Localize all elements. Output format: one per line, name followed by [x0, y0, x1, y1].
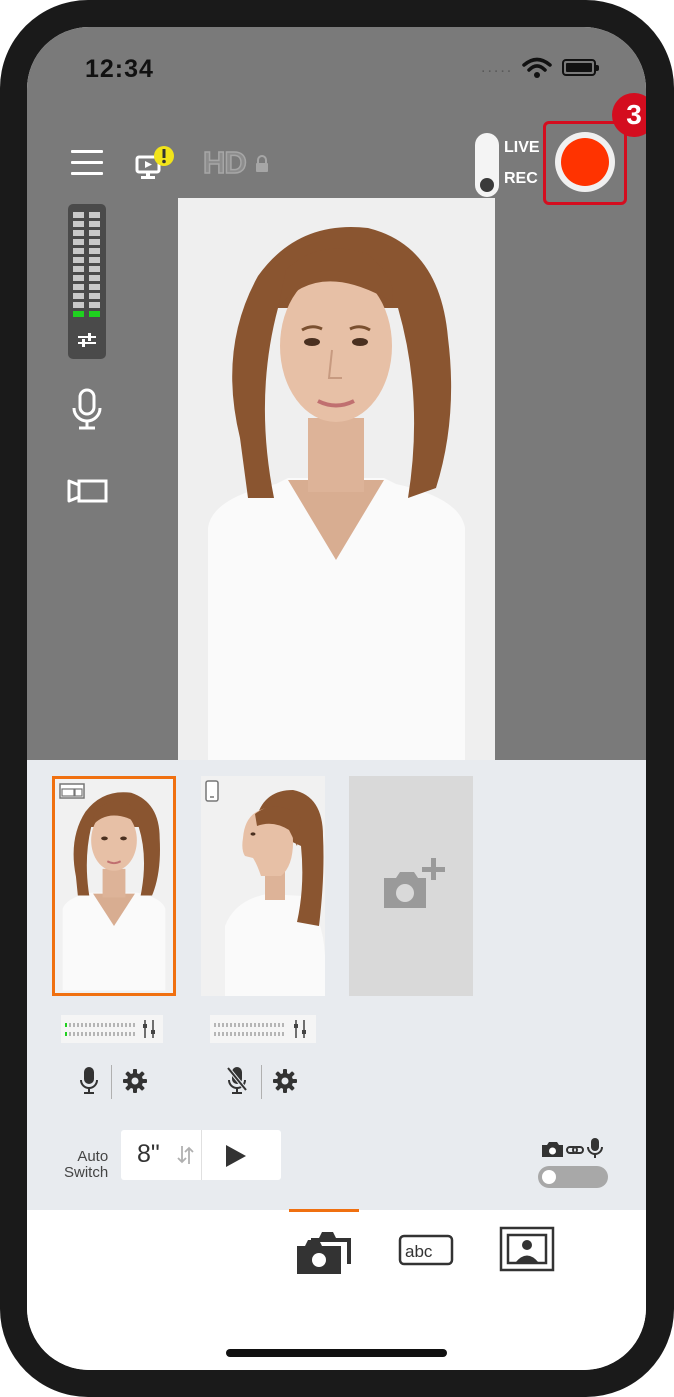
bottom-tab-bar: abc	[27, 1209, 646, 1370]
play-icon[interactable]	[225, 1144, 247, 1168]
active-tab-indicator	[289, 1209, 359, 1212]
divider	[201, 1130, 202, 1180]
add-camera-icon	[384, 858, 445, 908]
main-preview-video	[178, 198, 495, 760]
divider	[111, 1065, 112, 1099]
audio-level-meter[interactable]	[68, 204, 106, 359]
auto-switch-label-line1: Auto	[77, 1148, 109, 1165]
signal-icon: .....	[481, 59, 514, 76]
live-rec-toggle[interactable]	[475, 133, 499, 197]
meter-left-channel	[73, 212, 84, 320]
phone-frame: 12:34 ..... HD LIVE REC 3 Auto Switch 8"…	[0, 0, 674, 1397]
record-button[interactable]	[555, 132, 615, 192]
auto-switch-control: 8"	[121, 1130, 281, 1180]
battery-icon	[562, 59, 599, 76]
divider	[261, 1065, 262, 1099]
microphone-icon[interactable]	[70, 388, 104, 432]
status-time: 12:34	[85, 55, 154, 83]
app-screen: 12:34 ..... HD LIVE REC 3 Auto Switch 8"…	[27, 27, 646, 1370]
monitor-area: 12:34 ..... HD LIVE REC 3	[27, 27, 646, 760]
source-1-audio-meter[interactable]	[61, 1015, 163, 1043]
source-thumbnail-2[interactable]	[201, 776, 325, 996]
camera-mic-link-icon	[542, 1138, 603, 1158]
tab-cameras-icon[interactable]	[295, 1226, 355, 1276]
source-1-person-image	[55, 781, 173, 991]
source-2-person-profile-image	[201, 776, 325, 996]
live-label: LIVE	[504, 139, 540, 156]
auto-switch-interval[interactable]: 8"	[137, 1140, 160, 1169]
source-2-meter-graphic	[214, 1020, 306, 1038]
source-panel: Auto Switch 8"	[27, 760, 646, 1210]
wifi-icon	[522, 57, 552, 78]
source-1-meter-graphic	[65, 1020, 155, 1038]
tab-text[interactable]: abc	[398, 1234, 454, 1266]
camera-mic-link-toggle[interactable]	[538, 1166, 608, 1188]
audio-adjust-icon	[78, 333, 96, 347]
rec-label: REC	[504, 170, 538, 187]
preview-person-image	[178, 198, 495, 760]
tab-text-label: abc	[405, 1242, 433, 1261]
camera-angle-icon[interactable]	[67, 477, 109, 505]
home-indicator	[226, 1349, 447, 1357]
meter-right-channel	[89, 212, 100, 320]
auto-switch-label-line2: Switch	[64, 1164, 109, 1181]
tab-images-icon[interactable]	[499, 1226, 555, 1272]
source-2-audio-meter[interactable]	[210, 1015, 316, 1043]
status-bar: 12:34 .....	[27, 27, 646, 107]
source-2-settings-gear-icon[interactable]	[273, 1069, 297, 1093]
source-1-settings-gear-icon[interactable]	[123, 1069, 147, 1093]
menu-icon[interactable]	[71, 150, 103, 176]
camcorder-tag-icon	[59, 783, 85, 799]
auto-switch-cycle-icon	[177, 1146, 194, 1164]
source-1-mic-icon[interactable]	[79, 1066, 99, 1096]
lock-icon	[256, 155, 268, 172]
source-thumbnail-1[interactable]	[52, 776, 176, 996]
auto-switch-label: Auto Switch	[64, 1149, 108, 1181]
smartphone-tag-icon	[205, 780, 219, 802]
hd-quality-label: HD	[202, 144, 247, 181]
source-2-mic-muted-icon[interactable]	[226, 1066, 248, 1096]
external-monitor-warning-icon[interactable]	[135, 145, 175, 181]
add-camera-button[interactable]	[349, 776, 473, 996]
